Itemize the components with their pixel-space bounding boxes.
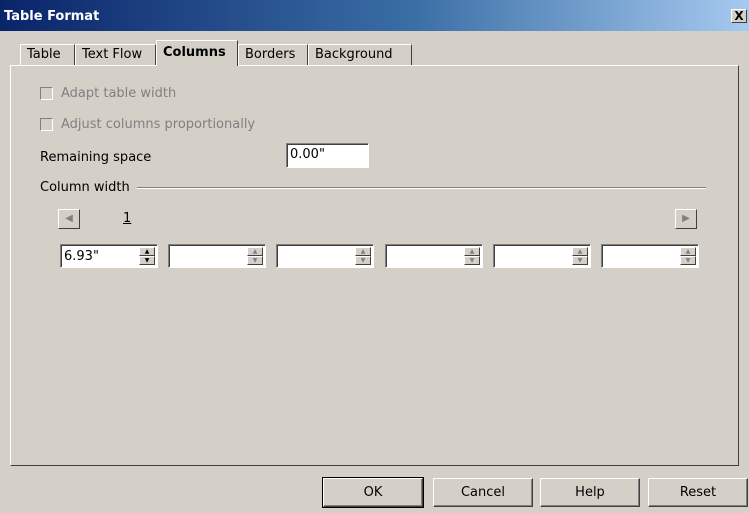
spin-up-button[interactable]: ▲ — [572, 247, 588, 256]
next-column-button[interactable]: ▶ — [675, 209, 697, 229]
adjust-columns-proportionally-checkbox[interactable]: Adjust columns proportionally — [40, 117, 255, 132]
arrow-left-icon: ◀ — [65, 213, 73, 224]
checkbox-box — [40, 118, 53, 131]
spin-up-button[interactable]: ▲ — [464, 247, 480, 256]
remaining-space-field[interactable]: 0.00" — [286, 143, 369, 168]
spin-up-button[interactable]: ▲ — [247, 247, 263, 256]
adjust-columns-proportionally-label: Adjust columns proportionally — [61, 117, 256, 132]
separator-line — [137, 187, 706, 189]
adapt-table-width-checkbox[interactable]: Adapt table width — [40, 86, 176, 101]
help-label: Help — [575, 485, 605, 500]
window-title: Table Format — [4, 9, 100, 24]
tab-label: Borders — [245, 47, 296, 62]
arrow-right-icon: ▶ — [682, 213, 690, 224]
spin-down-button[interactable]: ▼ — [464, 256, 480, 265]
spin-up-button[interactable]: ▲ — [139, 247, 155, 256]
tab-borders[interactable]: Borders — [238, 44, 308, 66]
tab-label: Table — [27, 47, 61, 62]
column-number-label: 1 — [123, 211, 132, 226]
prev-column-button[interactable]: ◀ — [58, 209, 80, 229]
spin-down-button[interactable]: ▼ — [247, 256, 263, 265]
column-width-value: 6.93" — [64, 249, 99, 264]
tab-label: Text Flow — [82, 47, 143, 62]
spin-down-button[interactable]: ▼ — [139, 256, 155, 265]
tab-table[interactable]: Table — [20, 44, 75, 66]
reset-button[interactable]: Reset — [648, 478, 748, 507]
tab-label: Background — [315, 47, 393, 62]
tab-background[interactable]: Background — [308, 44, 412, 66]
spin-down-button[interactable]: ▼ — [355, 256, 371, 265]
column-width-field-4[interactable]: ▲ ▼ — [385, 244, 483, 268]
column-width-field-5[interactable]: ▲ ▼ — [493, 244, 591, 268]
tab-text-flow[interactable]: Text Flow — [75, 44, 156, 66]
cancel-label: Cancel — [460, 485, 506, 500]
spin-down-button[interactable]: ▼ — [572, 256, 588, 265]
tab-columns[interactable]: Columns — [156, 40, 238, 66]
spin-down-button[interactable]: ▼ — [680, 256, 696, 265]
cancel-button[interactable]: Cancel — [433, 478, 533, 507]
spin-up-button[interactable]: ▲ — [680, 247, 696, 256]
help-button[interactable]: Help — [540, 478, 640, 507]
column-width-field-1[interactable]: 6.93" ▲ ▼ — [60, 244, 158, 268]
checkbox-box — [40, 87, 53, 100]
adapt-table-width-label: Adapt table width — [61, 86, 177, 101]
column-width-field-3[interactable]: ▲ ▼ — [276, 244, 374, 268]
reset-label: Reset — [679, 485, 717, 500]
spin-up-button[interactable]: ▲ — [355, 247, 371, 256]
column-width-field-2[interactable]: ▲ ▼ — [168, 244, 266, 268]
close-icon: X — [734, 9, 744, 23]
column-width-field-6[interactable]: ▲ ▼ — [601, 244, 699, 268]
remaining-space-value: 0.00" — [290, 147, 325, 162]
tab-label: Columns — [163, 45, 226, 60]
title-bar: Table Format X — [0, 0, 749, 31]
close-button[interactable]: X — [731, 9, 747, 23]
column-width-label: Column width — [40, 180, 130, 195]
remaining-space-label: Remaining space — [40, 150, 152, 165]
ok-button[interactable]: OK — [322, 477, 424, 508]
ok-label: OK — [363, 485, 383, 500]
